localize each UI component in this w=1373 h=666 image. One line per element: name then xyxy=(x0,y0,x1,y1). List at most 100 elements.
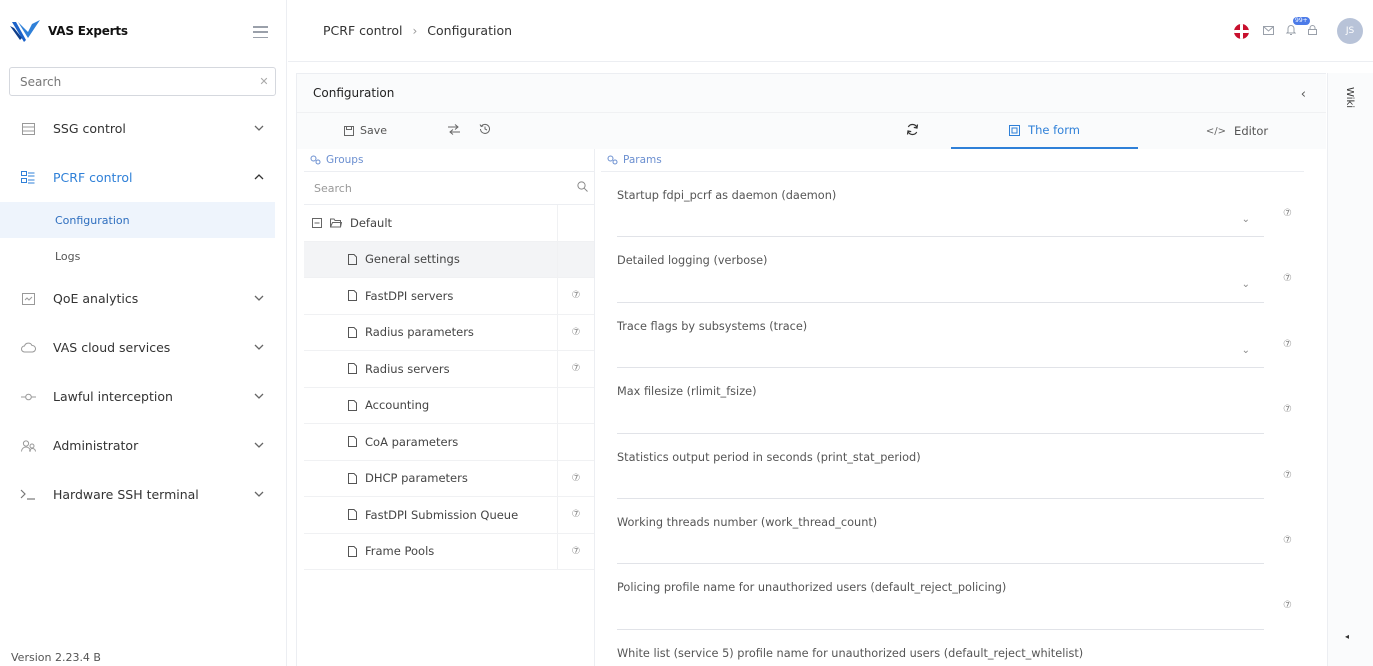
search-icon[interactable] xyxy=(570,181,594,195)
logo[interactable]: VAS Experts xyxy=(0,0,286,62)
sidebar-item-ssg-control[interactable]: SSG control xyxy=(0,104,287,153)
help-icon[interactable]: ⑦ xyxy=(557,278,594,314)
help-icon[interactable]: ⑦ xyxy=(557,314,594,350)
param-field[interactable]: Detailed logging (verbose) ⌄ ⑦ xyxy=(617,237,1292,303)
group-item[interactable]: Accounting xyxy=(304,387,594,424)
help-cell xyxy=(557,241,594,277)
param-field[interactable]: Policing profile name for unauthorized u… xyxy=(617,564,1292,630)
sidebar-search-input[interactable] xyxy=(10,74,253,89)
file-icon xyxy=(348,326,357,338)
sidebar-item-pcrf-control[interactable]: PCRF control xyxy=(0,153,287,202)
menu-toggle-icon[interactable] xyxy=(253,26,268,38)
help-icon[interactable]: ⑦ xyxy=(1283,535,1292,546)
sidebar-item-label: SSG control xyxy=(53,121,126,136)
param-field[interactable]: Working threads number (work_thread_coun… xyxy=(617,499,1292,565)
pcrf-icon xyxy=(20,170,36,186)
group-item[interactable]: DHCP parameters ⑦ xyxy=(304,460,594,497)
sidebar-subitem-configuration[interactable]: Configuration xyxy=(0,202,275,238)
group-item-content: FastDPI servers xyxy=(304,289,453,303)
version-label: Version 2.23.4 B xyxy=(11,651,101,664)
help-icon[interactable]: ⑦ xyxy=(1283,404,1292,415)
language-flag-icon[interactable] xyxy=(1234,23,1249,39)
param-label: Policing profile name for unauthorized u… xyxy=(617,581,1007,595)
group-item-label: General settings xyxy=(365,252,460,267)
avatar[interactable]: JS xyxy=(1337,18,1363,44)
help-icon[interactable]: ⑦ xyxy=(1283,600,1292,611)
sidebar-item-hardware-ssh-terminal[interactable]: Hardware SSH terminal xyxy=(0,470,287,519)
file-icon xyxy=(348,472,357,484)
mail-icon[interactable] xyxy=(1263,25,1274,38)
clear-search-icon[interactable]: ✕ xyxy=(253,75,275,88)
tab-label: Editor xyxy=(1234,124,1269,138)
group-item[interactable]: General settings xyxy=(304,241,594,278)
group-item[interactable]: CoA parameters xyxy=(304,424,594,461)
interception-icon xyxy=(20,389,36,405)
sidebar-subitem-logs[interactable]: Logs xyxy=(0,238,275,274)
sidebar-item-administrator[interactable]: Administrator xyxy=(0,421,287,470)
param-field[interactable]: Max filesize (rlimit_fsize) ⑦ xyxy=(617,368,1292,434)
breadcrumb-item[interactable]: PCRF control xyxy=(323,23,402,38)
header-actions: 99+ JS xyxy=(1234,17,1363,44)
sidebar-nav: SSG control PCRF control Configuration L… xyxy=(0,104,287,519)
save-button[interactable]: Save xyxy=(344,124,387,137)
sidebar-item-label: VAS cloud services xyxy=(53,340,171,355)
history-icon[interactable] xyxy=(479,123,491,138)
folder-open-icon xyxy=(330,218,342,228)
group-item[interactable]: Radius servers ⑦ xyxy=(304,351,594,388)
breadcrumb-separator-icon: › xyxy=(412,23,418,38)
help-icon[interactable]: ⑦ xyxy=(557,497,594,533)
param-field[interactable]: White list (service 5) profile name for … xyxy=(617,630,1292,666)
help-icon[interactable]: ⑦ xyxy=(1283,273,1292,284)
lock-icon[interactable] xyxy=(1308,24,1317,38)
transfer-icon[interactable] xyxy=(447,124,461,138)
file-icon xyxy=(348,436,357,448)
file-icon xyxy=(348,363,357,375)
collapse-square-icon[interactable] xyxy=(312,217,322,228)
sidebar-item-qoe-analytics[interactable]: QoE analytics xyxy=(0,274,287,323)
param-label: Detailed logging (verbose) xyxy=(617,254,768,268)
help-icon[interactable]: ⑦ xyxy=(1283,339,1292,350)
notifications-bell-icon[interactable]: 99+ xyxy=(1285,17,1310,38)
sidebar-item-vas-cloud-services[interactable]: VAS cloud services xyxy=(0,323,287,372)
help-icon[interactable]: ⑦ xyxy=(1283,208,1292,219)
group-item-content: Frame Pools xyxy=(304,544,434,558)
param-field[interactable]: Statistics output period in seconds (pri… xyxy=(617,434,1292,499)
group-item-label: FastDPI servers xyxy=(365,288,454,303)
groups-panel: Groups Default General settings FastDPI s… xyxy=(304,149,595,666)
tab-editor[interactable]: </> Editor xyxy=(1147,113,1327,149)
refresh-icon[interactable] xyxy=(906,123,919,139)
wiki-panel: Wiki ◂ xyxy=(1327,73,1373,666)
save-icon xyxy=(344,125,354,136)
help-icon[interactable]: ⑦ xyxy=(557,460,594,496)
param-field[interactable]: Trace flags by subsystems (trace) ⌄ ⑦ xyxy=(617,303,1292,369)
help-icon[interactable]: ⑦ xyxy=(557,351,594,387)
param-field[interactable]: Startup fdpi_pcrf as daemon (daemon) ⌄ ⑦ xyxy=(617,172,1292,238)
group-root-default[interactable]: Default xyxy=(304,205,594,242)
param-label: Max filesize (rlimit_fsize) xyxy=(617,385,757,399)
breadcrumb: PCRF control › Configuration xyxy=(323,23,512,38)
help-icon[interactable]: ⑦ xyxy=(557,533,594,569)
wiki-toggle[interactable]: Wiki xyxy=(1344,87,1355,108)
group-item-content: General settings xyxy=(304,252,460,266)
sidebar-item-label: Hardware SSH terminal xyxy=(53,487,199,502)
brand-name: VAS Experts xyxy=(48,24,128,38)
sidebar-item-lawful-interception[interactable]: Lawful interception xyxy=(0,372,287,421)
group-item-content: CoA parameters xyxy=(304,435,458,449)
group-list: General settings FastDPI servers ⑦ Radius p… xyxy=(304,241,594,570)
expand-arrow-icon[interactable]: ◂ xyxy=(1345,632,1349,641)
group-item[interactable]: FastDPI Submission Queue ⑦ xyxy=(304,497,594,534)
chevron-down-icon[interactable]: ⌄ xyxy=(1242,279,1250,290)
tab-the-form[interactable]: The form xyxy=(951,113,1138,149)
collapse-chevron-icon[interactable]: ‹ xyxy=(1301,87,1306,102)
group-item-label: CoA parameters xyxy=(365,434,459,449)
users-icon xyxy=(20,438,36,454)
groups-search-input[interactable] xyxy=(304,181,570,195)
group-item[interactable]: Radius parameters ⑦ xyxy=(304,314,594,351)
group-item[interactable]: FastDPI servers ⑦ xyxy=(304,278,594,315)
help-icon[interactable]: ⑦ xyxy=(1283,470,1292,481)
chevron-down-icon[interactable]: ⌄ xyxy=(1242,214,1250,225)
chevron-down-icon xyxy=(254,295,264,301)
chevron-down-icon[interactable]: ⌄ xyxy=(1242,345,1250,356)
group-item[interactable]: Frame Pools ⑦ xyxy=(304,533,594,570)
chevron-down-icon xyxy=(254,344,264,350)
